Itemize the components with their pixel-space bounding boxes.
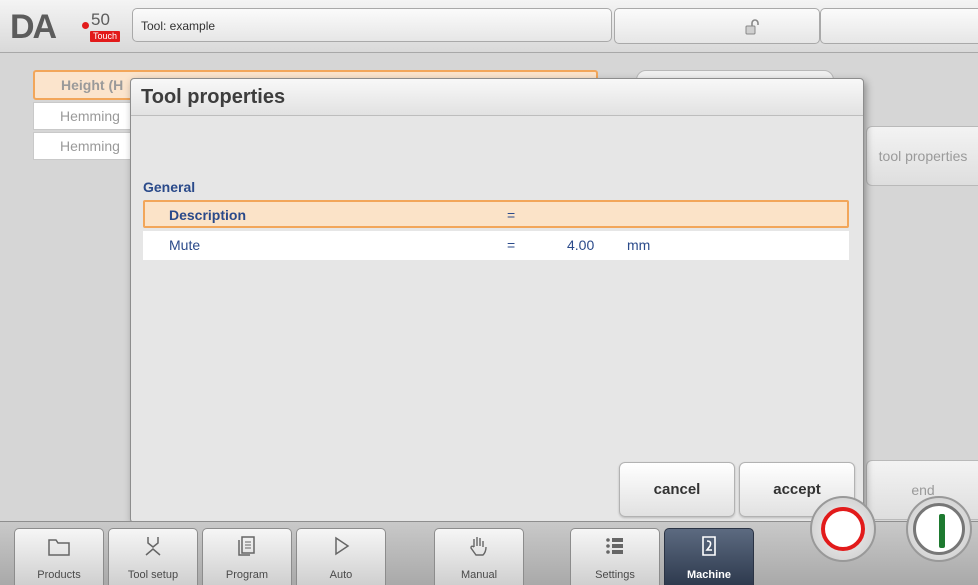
program-icon xyxy=(203,535,291,559)
stop-icon xyxy=(821,507,865,551)
window-title: Tool: example xyxy=(132,8,612,42)
machine-icon xyxy=(665,535,753,559)
play-icon xyxy=(297,535,385,559)
nav-tool-setup[interactable]: Tool setup xyxy=(108,528,198,585)
property-value[interactable]: 4.00 xyxy=(567,232,594,258)
dialog-title: Tool properties xyxy=(131,79,863,116)
status-field xyxy=(820,8,978,44)
start-icon xyxy=(913,503,965,555)
hand-icon xyxy=(435,535,523,559)
nav-program[interactable]: Program xyxy=(202,528,292,585)
nav-manual[interactable]: Manual xyxy=(434,528,524,585)
cancel-button[interactable]: cancel xyxy=(619,462,735,517)
lock-field[interactable] xyxy=(614,8,820,44)
nav-auto[interactable]: Auto xyxy=(296,528,386,585)
property-label: Description xyxy=(169,207,247,223)
property-unit: mm xyxy=(627,237,651,253)
property-label: Mute xyxy=(169,237,201,253)
property-row-description[interactable]: Description = xyxy=(143,200,849,228)
start-button[interactable] xyxy=(906,496,972,562)
property-row-mute[interactable]: Mute = 4.00 mm xyxy=(143,231,849,260)
tool-setup-icon xyxy=(109,535,197,559)
equals-sign: = xyxy=(507,237,516,253)
settings-list-icon xyxy=(571,535,659,559)
nav-settings[interactable]: Settings xyxy=(570,528,660,585)
stop-button[interactable] xyxy=(810,496,876,562)
unlocked-padlock-icon[interactable] xyxy=(744,19,760,35)
top-bar: DA 50 Touch Tool: example xyxy=(0,0,978,53)
folder-icon xyxy=(15,535,103,559)
section-heading-general: General xyxy=(143,179,196,195)
da50-logo: DA 50 Touch xyxy=(10,8,128,46)
nav-machine[interactable]: Machine xyxy=(664,528,754,585)
tool-properties-dialog: Tool properties General Description = Mu… xyxy=(130,78,864,523)
equals-sign: = xyxy=(507,207,516,223)
tool-properties-button[interactable]: tool properties xyxy=(866,126,978,186)
nav-products[interactable]: Products xyxy=(14,528,104,585)
